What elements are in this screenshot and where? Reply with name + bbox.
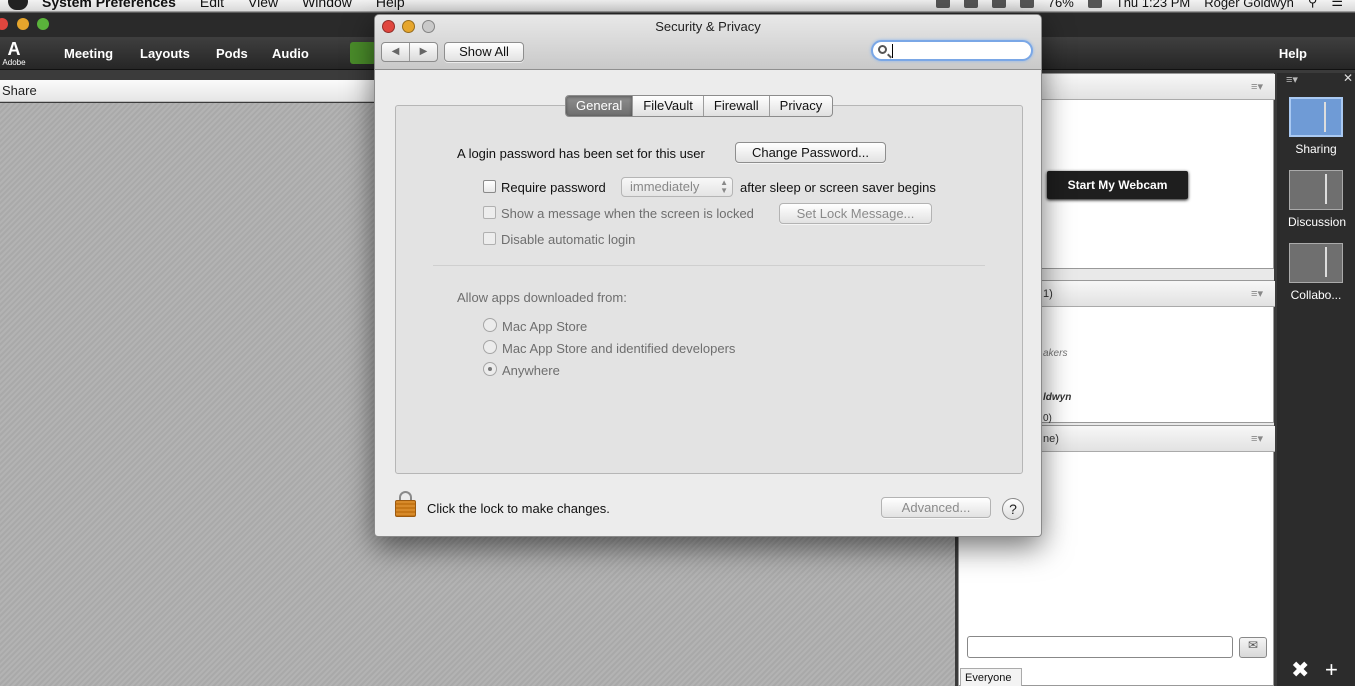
change-password-button[interactable]: Change Password...: [735, 142, 886, 163]
spotlight-icon[interactable]: ⚲: [1308, 0, 1318, 10]
forward-arrow-icon[interactable]: ▶: [409, 43, 437, 61]
radio-anywhere[interactable]: [483, 362, 497, 376]
layout-collaboration-thumbnail: [1289, 243, 1343, 283]
back-arrow-icon[interactable]: ◀: [382, 43, 409, 61]
battery-icon[interactable]: [1087, 0, 1102, 8]
bluetooth-icon[interactable]: [963, 0, 978, 8]
menu-user[interactable]: Roger Goldwyn: [1204, 0, 1294, 10]
radio-identified-developers[interactable]: [483, 340, 497, 354]
chat-pod-title: ne): [1043, 433, 1059, 445]
layout-discussion-label: Discussion: [1288, 215, 1347, 229]
show-all-button[interactable]: Show All: [444, 42, 524, 62]
after-sleep-label: after sleep or screen saver begins: [740, 180, 936, 195]
wifi-icon[interactable]: [991, 0, 1006, 8]
add-layout-icon[interactable]: +: [1325, 657, 1338, 683]
lock-icon[interactable]: [395, 491, 416, 517]
notification-center-icon[interactable]: ☰: [1331, 0, 1343, 10]
attendee-name[interactable]: ldwyn: [1043, 392, 1071, 403]
attendees-pod-title: 1): [1043, 288, 1053, 300]
window-toolbar: Security & Privacy ◀ ▶ Show All: [375, 15, 1041, 70]
lock-text: Click the lock to make changes.: [427, 501, 610, 516]
nav-audio[interactable]: Audio: [272, 46, 309, 61]
disable-auto-login-checkbox[interactable]: [483, 232, 496, 245]
delay-value: immediately: [630, 179, 700, 194]
require-password-checkbox[interactable]: [483, 180, 496, 193]
set-lock-message-button[interactable]: Set Lock Message...: [779, 203, 932, 224]
layout-collaboration-label: Collabo...: [1290, 288, 1342, 302]
menu-edit[interactable]: Edit: [200, 0, 224, 10]
radio-anywhere-label[interactable]: Anywhere: [502, 363, 560, 378]
layouts-sidebar: ≡▾ ✕ Sharing Discussion Collabo... ✖ +: [1277, 71, 1355, 686]
layout-discussion[interactable]: Discussion: [1288, 170, 1347, 229]
chat-send-icon[interactable]: ✉: [1239, 637, 1267, 658]
back-forward-control: ◀ ▶: [381, 42, 438, 62]
layout-collaboration[interactable]: Collabo...: [1288, 243, 1344, 302]
allow-apps-label: Allow apps downloaded from:: [457, 290, 627, 305]
adobe-logo: A Adobe: [2, 39, 26, 67]
security-privacy-window: Security & Privacy ◀ ▶ Show All General …: [374, 14, 1042, 537]
time-machine-icon[interactable]: [935, 0, 950, 8]
volume-icon[interactable]: [1019, 0, 1034, 8]
tools-icon[interactable]: ✖: [1291, 657, 1309, 683]
layout-discussion-thumbnail: [1289, 170, 1343, 210]
adobe-zoom-button[interactable]: [37, 18, 49, 30]
advanced-button[interactable]: Advanced...: [881, 497, 991, 518]
login-password-text: A login password has been set for this u…: [457, 146, 705, 161]
tab-filevault[interactable]: FileVault: [632, 96, 703, 116]
pod-menu-icon[interactable]: ≡▾: [1251, 287, 1263, 300]
help-button[interactable]: ?: [1002, 498, 1024, 520]
preference-tabs: General FileVault Firewall Privacy: [565, 95, 834, 117]
chat-input[interactable]: [967, 636, 1233, 658]
speaker-icon[interactable]: [350, 42, 376, 64]
show-message-checkbox[interactable]: [483, 206, 496, 219]
attendees-group-label: akers: [1043, 348, 1068, 359]
text-cursor: [892, 44, 893, 58]
menu-view[interactable]: View: [248, 0, 278, 10]
adobe-close-button[interactable]: [0, 18, 8, 30]
menu-clock[interactable]: Thu 1:23 PM: [1116, 0, 1190, 10]
apple-menu-icon[interactable]: [8, 0, 28, 10]
search-icon: [878, 45, 887, 54]
adobe-minimize-button[interactable]: [17, 18, 29, 30]
popup-stepper-icon: ▲ ▼: [720, 178, 728, 195]
radio-mac-app-store[interactable]: [483, 318, 497, 332]
chat-scope-tab[interactable]: Everyone: [960, 668, 1022, 686]
layouts-menu-icon[interactable]: ≡▾: [1286, 73, 1298, 86]
layouts-close-icon[interactable]: ✕: [1343, 71, 1353, 85]
section-divider: [433, 265, 985, 266]
disable-auto-login-label[interactable]: Disable automatic login: [501, 232, 635, 247]
window-title: Security & Privacy: [655, 19, 761, 34]
radio-mac-app-store-label[interactable]: Mac App Store: [502, 319, 587, 334]
radio-identified-developers-label[interactable]: Mac App Store and identified developers: [502, 341, 735, 356]
require-password-delay-popup[interactable]: immediately ▲ ▼: [621, 177, 733, 197]
layout-sharing-label: Sharing: [1295, 142, 1337, 156]
tab-privacy[interactable]: Privacy: [768, 96, 833, 116]
battery-percent[interactable]: 76%: [1048, 0, 1074, 10]
pod-menu-icon[interactable]: ≡▾: [1251, 80, 1263, 93]
menu-bar: System Preferences Edit View Window Help…: [0, 0, 1355, 12]
attendee-count: 0): [1043, 413, 1052, 424]
menu-app-name[interactable]: System Preferences: [42, 0, 176, 10]
nav-meeting[interactable]: Meeting: [64, 46, 113, 61]
pod-menu-icon[interactable]: ≡▾: [1251, 432, 1263, 445]
require-password-label[interactable]: Require password: [501, 180, 606, 195]
menu-window[interactable]: Window: [302, 0, 352, 10]
share-pod-title: Share: [2, 83, 37, 98]
layout-sharing-thumbnail: [1289, 97, 1343, 137]
nav-help[interactable]: Help: [1279, 46, 1307, 61]
start-webcam-button[interactable]: Start My Webcam: [1047, 171, 1188, 199]
menu-help[interactable]: Help: [376, 0, 405, 10]
nav-pods[interactable]: Pods: [216, 46, 248, 61]
layout-sharing[interactable]: Sharing: [1288, 97, 1344, 156]
tab-general[interactable]: General: [566, 96, 633, 116]
show-message-label[interactable]: Show a message when the screen is locked: [501, 206, 754, 221]
tab-firewall[interactable]: Firewall: [702, 96, 769, 116]
search-field[interactable]: [871, 40, 1033, 61]
nav-layouts[interactable]: Layouts: [140, 46, 190, 61]
